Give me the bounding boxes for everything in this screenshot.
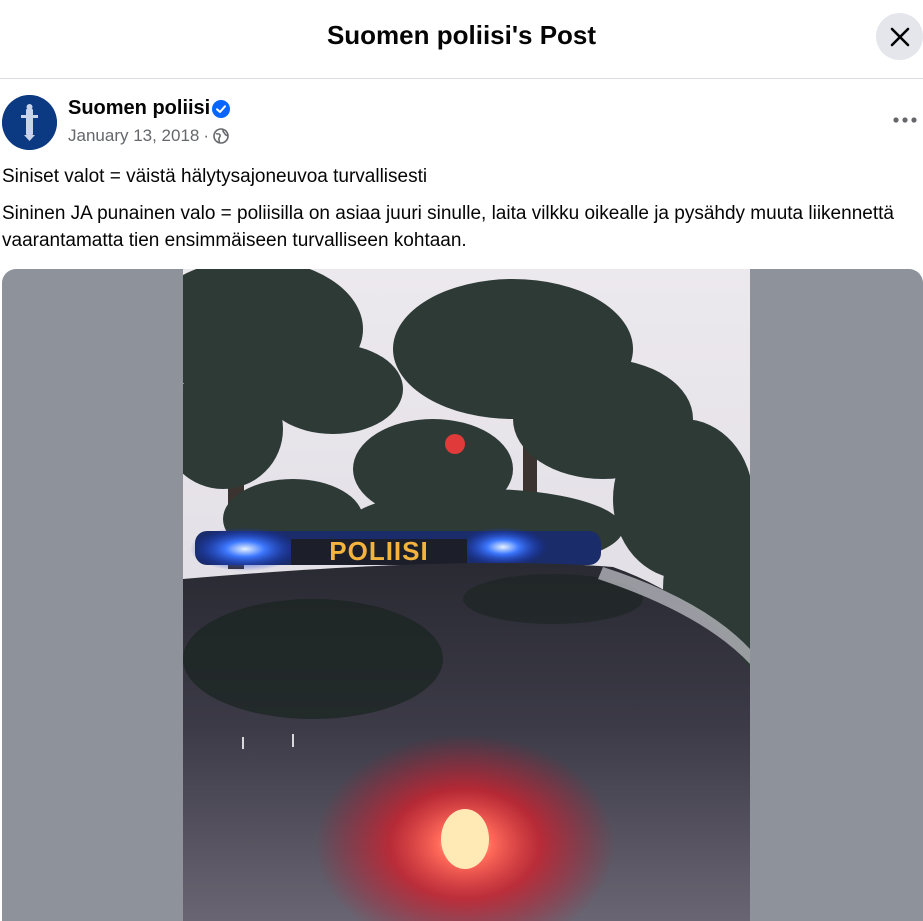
post-media[interactable]: POLIISI <box>2 269 923 921</box>
police-car-photo: POLIISI <box>183 269 750 921</box>
close-button[interactable] <box>876 13 923 60</box>
dialog-header: Suomen poliisi's Post <box>0 0 923 79</box>
post-date[interactable]: January 13, 2018 <box>68 126 199 146</box>
post-body: Siniset valot = väistä hälytysajoneuvoa … <box>2 163 902 264</box>
post-paragraph: Siniset valot = väistä hälytysajoneuvoa … <box>2 166 428 187</box>
author-name[interactable]: Suomen poliisi <box>68 97 210 120</box>
more-options-button[interactable] <box>888 105 922 135</box>
close-icon <box>890 27 909 46</box>
post-photo[interactable]: POLIISI <box>183 269 750 921</box>
avatar[interactable] <box>2 95 57 150</box>
post-meta: January 13, 2018 · <box>68 126 229 146</box>
meta-separator: · <box>203 126 210 145</box>
post-header: Suomen poliisi January 13, 2018 · <box>0 90 923 150</box>
globe-icon[interactable] <box>213 128 229 144</box>
light-bar-text: POLIISI <box>329 536 428 566</box>
post-paragraph: Sininen JA punainen valo = poliisilla on… <box>2 203 894 251</box>
verified-badge-icon <box>212 100 230 118</box>
dialog-title: Suomen poliisi's Post <box>326 20 597 50</box>
more-options-icon <box>893 117 917 123</box>
police-emblem-icon <box>2 95 57 150</box>
